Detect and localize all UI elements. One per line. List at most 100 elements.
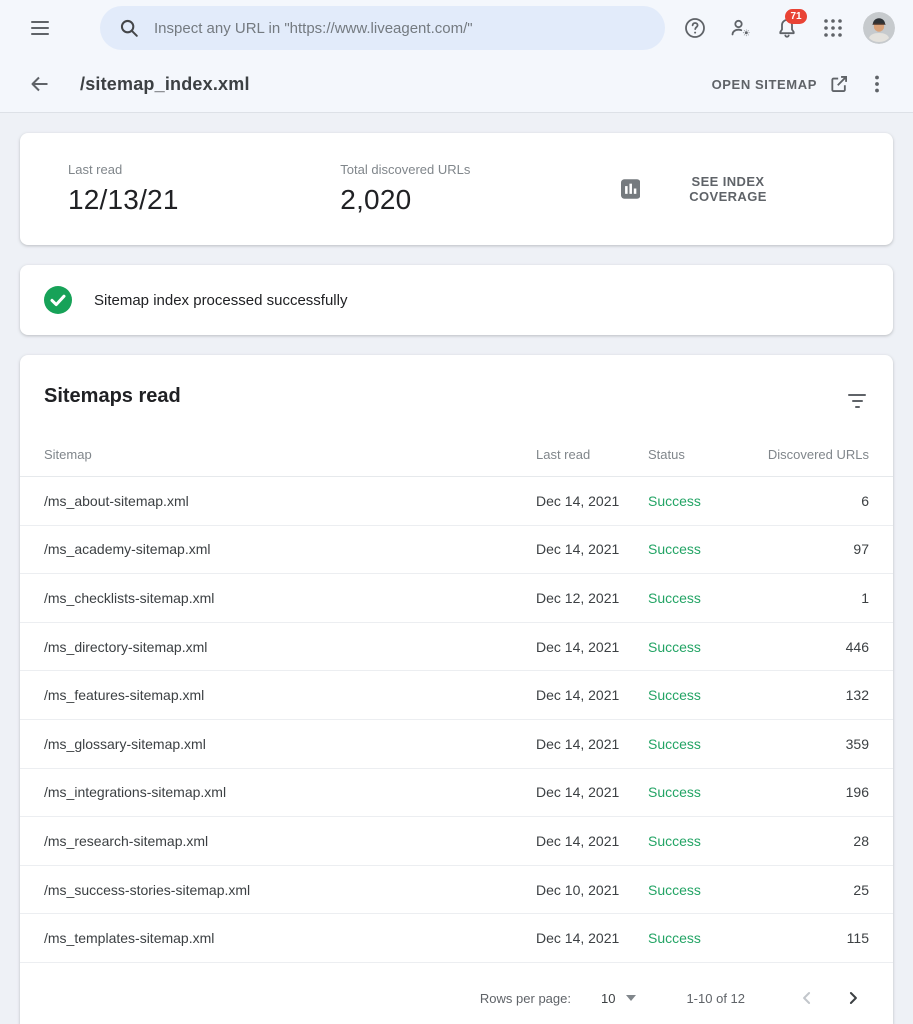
see-index-coverage-button[interactable]: SEE INDEX COVERAGE	[613, 166, 811, 212]
column-header-status[interactable]: Status	[648, 447, 751, 462]
sitemap-cell[interactable]: /ms_glossary-sitemap.xml	[44, 736, 536, 752]
last-read-value: 12/13/21	[68, 184, 340, 216]
status-cell: Success	[648, 882, 751, 898]
table-row[interactable]: /ms_success-stories-sitemap.xml Dec 10, …	[20, 866, 893, 915]
search-icon	[118, 17, 140, 39]
status-cell: Success	[648, 590, 751, 606]
status-cell: Success	[648, 687, 751, 703]
table-title: Sitemaps read	[44, 381, 181, 408]
discovered-urls-cell: 196	[751, 784, 869, 800]
column-header-last-read[interactable]: Last read	[536, 447, 648, 462]
discovered-urls-cell: 359	[751, 736, 869, 752]
last-read-cell: Dec 12, 2021	[536, 590, 648, 606]
filter-icon	[848, 394, 866, 408]
chevron-left-icon	[797, 988, 817, 1008]
rows-per-page-value: 10	[601, 991, 615, 1006]
rows-per-page-label: Rows per page:	[480, 991, 571, 1006]
table-body: /ms_about-sitemap.xml Dec 14, 2021 Succe…	[20, 477, 893, 963]
status-banner-message: Sitemap index processed successfully	[94, 292, 347, 309]
total-urls-label: Total discovered URLs	[340, 162, 612, 177]
table-row[interactable]: /ms_about-sitemap.xml Dec 14, 2021 Succe…	[20, 477, 893, 526]
total-urls-stat: Total discovered URLs 2,020	[340, 162, 612, 216]
table-row[interactable]: /ms_integrations-sitemap.xml Dec 14, 202…	[20, 769, 893, 818]
discovered-urls-cell: 28	[751, 833, 869, 849]
table-row[interactable]: /ms_research-sitemap.xml Dec 14, 2021 Su…	[20, 817, 893, 866]
pagination-range: 1-10 of 12	[686, 991, 745, 1006]
table-header-row: Sitemap Last read Status Discovered URLs	[20, 433, 893, 477]
table-title-row: Sitemaps read	[20, 355, 893, 433]
last-read-cell: Dec 14, 2021	[536, 493, 648, 509]
menu-button[interactable]	[20, 8, 60, 48]
see-index-coverage-label: SEE INDEX COVERAGE	[653, 174, 803, 204]
bar-chart-icon	[621, 179, 640, 199]
last-read-cell: Dec 14, 2021	[536, 639, 648, 655]
sitemap-cell[interactable]: /ms_checklists-sitemap.xml	[44, 590, 536, 606]
last-read-cell: Dec 10, 2021	[536, 882, 648, 898]
status-cell: Success	[648, 930, 751, 946]
status-cell: Success	[648, 541, 751, 557]
discovered-urls-cell: 446	[751, 639, 869, 655]
help-button[interactable]	[675, 8, 715, 48]
last-read-cell: Dec 14, 2021	[536, 687, 648, 703]
discovered-urls-cell: 25	[751, 882, 869, 898]
sitemap-cell[interactable]: /ms_about-sitemap.xml	[44, 493, 536, 509]
table-row[interactable]: /ms_glossary-sitemap.xml Dec 14, 2021 Su…	[20, 720, 893, 769]
apps-button[interactable]	[813, 8, 853, 48]
kebab-menu-icon	[865, 72, 889, 96]
table-row[interactable]: /ms_templates-sitemap.xml Dec 14, 2021 S…	[20, 914, 893, 963]
open-sitemap-button[interactable]: OPEN SITEMAP	[704, 66, 857, 102]
discovered-urls-cell: 132	[751, 687, 869, 703]
summary-card: Last read 12/13/21 Total discovered URLs…	[20, 133, 893, 245]
url-inspection-searchbox[interactable]	[100, 6, 665, 50]
more-options-button[interactable]	[857, 64, 897, 104]
back-button[interactable]	[20, 64, 60, 104]
table-row[interactable]: /ms_features-sitemap.xml Dec 14, 2021 Su…	[20, 671, 893, 720]
sitemap-cell[interactable]: /ms_success-stories-sitemap.xml	[44, 882, 536, 898]
last-read-stat: Last read 12/13/21	[68, 162, 340, 216]
sitemap-cell[interactable]: /ms_directory-sitemap.xml	[44, 639, 536, 655]
sitemaps-table-card: Sitemaps read Sitemap Last read Status D…	[20, 355, 893, 1024]
sitemap-cell[interactable]: /ms_features-sitemap.xml	[44, 687, 536, 703]
table-row[interactable]: /ms_directory-sitemap.xml Dec 14, 2021 S…	[20, 623, 893, 672]
last-read-cell: Dec 14, 2021	[536, 541, 648, 557]
rows-per-page-select[interactable]: 10	[601, 991, 636, 1006]
next-page-button[interactable]	[833, 978, 873, 1018]
account-button[interactable]	[859, 8, 899, 48]
open-sitemap-label: OPEN SITEMAP	[712, 77, 817, 92]
check-circle-icon	[44, 286, 72, 314]
apps-grid-icon	[823, 18, 843, 38]
discovered-urls-cell: 6	[751, 493, 869, 509]
back-arrow-icon	[28, 72, 52, 96]
sitemap-cell[interactable]: /ms_integrations-sitemap.xml	[44, 784, 536, 800]
content-area: Last read 12/13/21 Total discovered URLs…	[0, 113, 913, 1024]
user-settings-button[interactable]	[721, 8, 761, 48]
topbar: 71	[0, 0, 913, 56]
filter-button[interactable]	[837, 381, 877, 421]
last-read-cell: Dec 14, 2021	[536, 930, 648, 946]
discovered-urls-cell: 97	[751, 541, 869, 557]
column-header-discovered-urls[interactable]: Discovered URLs	[751, 447, 869, 462]
notifications-button[interactable]: 71	[767, 8, 807, 48]
dropdown-caret-icon	[626, 995, 636, 1001]
previous-page-button[interactable]	[787, 978, 827, 1018]
user-settings-icon	[729, 16, 753, 40]
page-header: /sitemap_index.xml OPEN SITEMAP	[0, 56, 913, 112]
chevron-right-icon	[843, 988, 863, 1008]
avatar	[863, 12, 895, 44]
table-row[interactable]: /ms_academy-sitemap.xml Dec 14, 2021 Suc…	[20, 526, 893, 575]
external-link-icon	[829, 74, 849, 94]
status-cell: Success	[648, 736, 751, 752]
top-region: 71 /sitemap_index.xml OPEN SITEMAP	[0, 0, 913, 113]
sitemap-cell[interactable]: /ms_academy-sitemap.xml	[44, 541, 536, 557]
page-title: /sitemap_index.xml	[80, 74, 250, 95]
column-header-sitemap[interactable]: Sitemap	[44, 447, 536, 462]
status-cell: Success	[648, 833, 751, 849]
status-cell: Success	[648, 784, 751, 800]
table-row[interactable]: /ms_checklists-sitemap.xml Dec 12, 2021 …	[20, 574, 893, 623]
notifications-badge: 71	[785, 9, 807, 24]
sitemap-cell[interactable]: /ms_templates-sitemap.xml	[44, 930, 536, 946]
last-read-label: Last read	[68, 162, 340, 177]
search-input[interactable]	[154, 20, 647, 37]
topbar-icons: 71	[675, 8, 899, 48]
sitemap-cell[interactable]: /ms_research-sitemap.xml	[44, 833, 536, 849]
